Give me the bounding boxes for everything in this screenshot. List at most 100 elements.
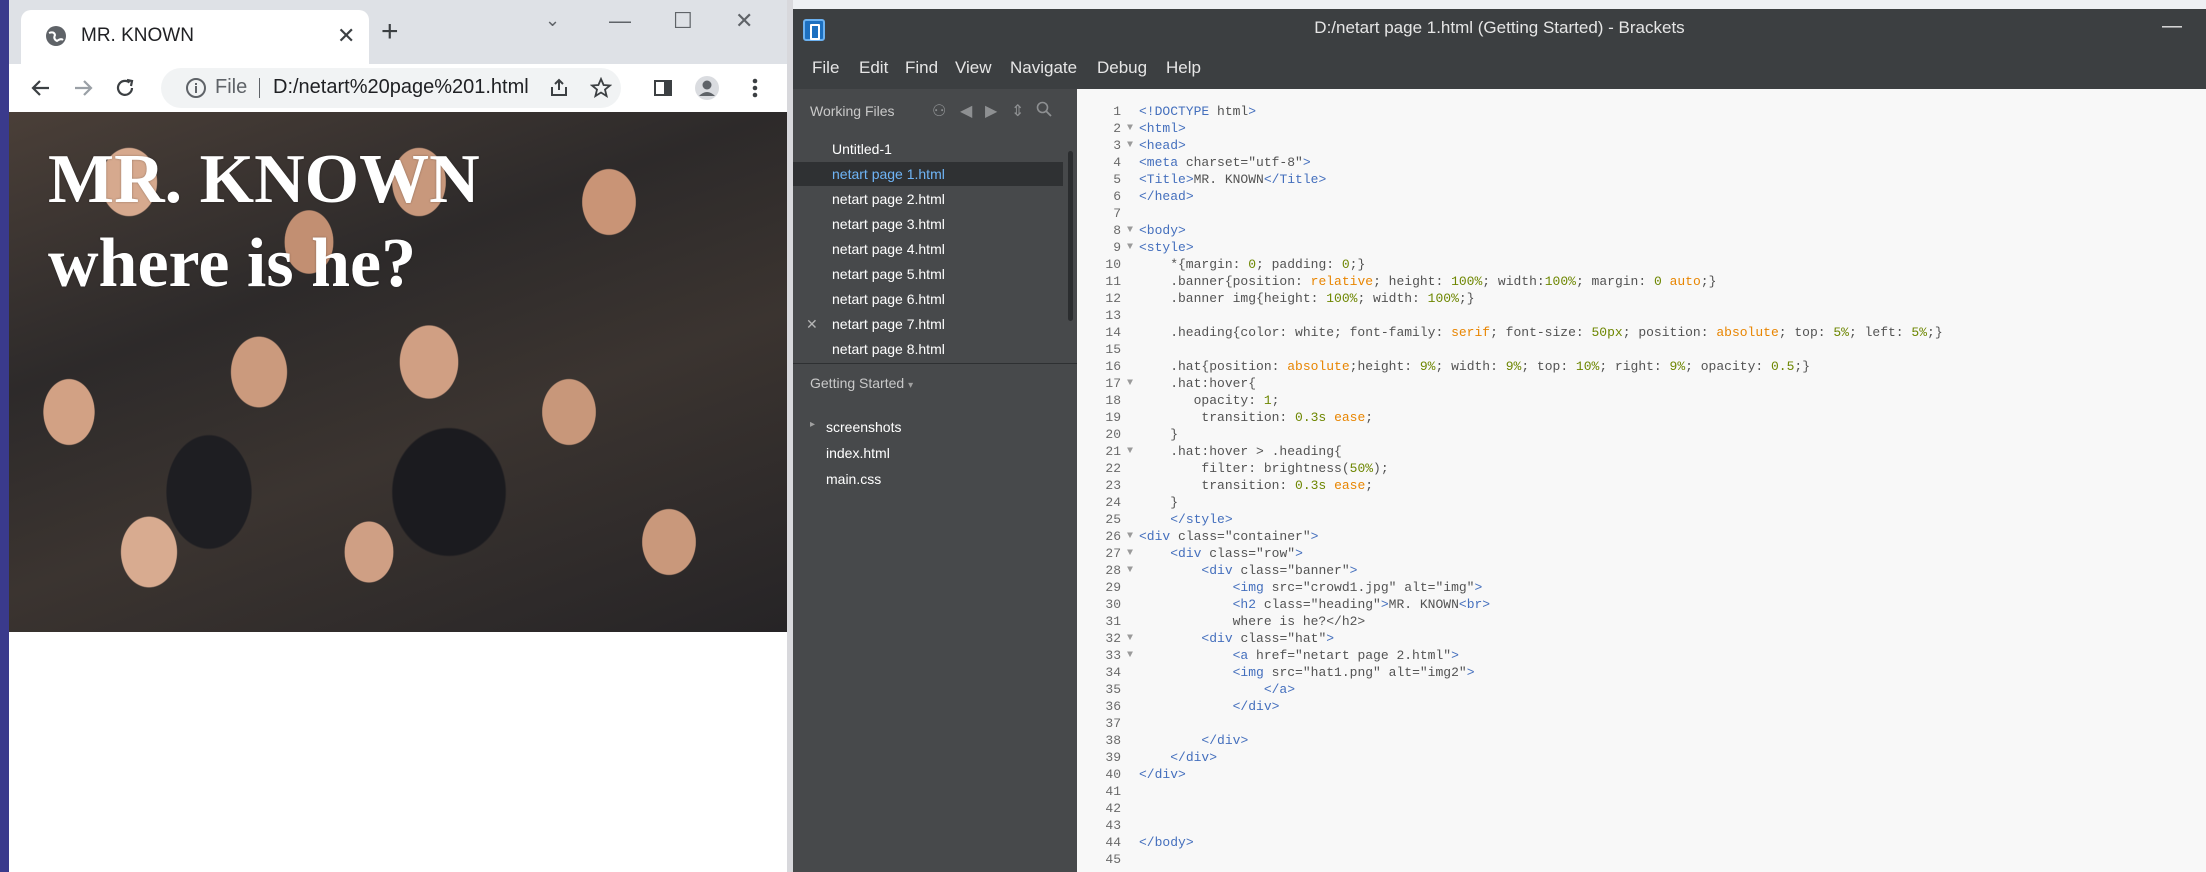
tree-folder-screenshots[interactable]: screenshots — [826, 419, 901, 435]
nav-back-icon[interactable]: ◀ — [960, 101, 972, 121]
folder-expand-icon[interactable]: ▸ — [810, 419, 815, 430]
side-panel-icon[interactable] — [645, 70, 681, 106]
working-file-item-active[interactable]: netart page 1.html — [793, 162, 1063, 186]
code-line[interactable]: 9 ▼ <style> — [1077, 239, 2206, 256]
new-tab-icon[interactable]: + — [381, 17, 399, 47]
menu-kebab-icon[interactable] — [737, 70, 773, 106]
close-file-icon[interactable]: ✕ — [806, 312, 818, 336]
code-line[interactable]: 18 opacity: 1; — [1077, 392, 2206, 409]
menu-help[interactable]: Help — [1166, 58, 1201, 78]
working-files-scrollbar[interactable] — [1068, 151, 1073, 321]
code-line[interactable]: 34 <img src="hat1.png" alt="img2"> — [1077, 664, 2206, 681]
code-line[interactable]: 30 <h2 class="heading">MR. KNOWN<br> — [1077, 596, 2206, 613]
code-line[interactable]: 43 — [1077, 817, 2206, 834]
code-line[interactable]: 41 — [1077, 783, 2206, 800]
code-line[interactable]: 23 transition: 0.3s ease; — [1077, 477, 2206, 494]
code-line[interactable]: 25 </style> — [1077, 511, 2206, 528]
fold-toggle-icon[interactable]: ▼ — [1127, 137, 1133, 154]
code-line[interactable]: 3 ▼ <head> — [1077, 137, 2206, 154]
working-file-item[interactable]: netart page 6.html — [793, 287, 1063, 311]
menu-find[interactable]: Find — [905, 58, 938, 78]
back-icon[interactable] — [23, 70, 59, 106]
minimize-icon[interactable]: — — [609, 8, 631, 34]
menu-edit[interactable]: Edit — [859, 58, 888, 78]
menu-debug[interactable]: Debug — [1097, 58, 1147, 78]
code-line[interactable]: 32 ▼ <div class="hat"> — [1077, 630, 2206, 647]
working-file-item[interactable]: netart page 2.html — [793, 187, 1063, 211]
working-file-item[interactable]: netart page 4.html — [793, 237, 1063, 261]
working-file-item[interactable]: Untitled-1 — [793, 137, 1063, 161]
fold-toggle-icon[interactable]: ▼ — [1127, 647, 1133, 664]
code-line[interactable]: 2 ▼ <html> — [1077, 120, 2206, 137]
code-line[interactable]: 42 — [1077, 800, 2206, 817]
code-line[interactable]: 38 </div> — [1077, 732, 2206, 749]
fold-toggle-icon[interactable]: ▼ — [1127, 562, 1133, 579]
code-line[interactable]: 8 ▼ <body> — [1077, 222, 2206, 239]
tree-file-main-css[interactable]: main.css — [826, 471, 881, 487]
working-file-item[interactable]: netart page 8.html — [793, 337, 1063, 361]
sidebar-divider[interactable] — [793, 363, 1077, 364]
code-line[interactable]: 20 } — [1077, 426, 2206, 443]
maximize-icon[interactable]: ☐ — [673, 8, 693, 34]
fold-toggle-icon[interactable]: ▼ — [1127, 443, 1133, 460]
working-file-item[interactable]: netart page 3.html — [793, 212, 1063, 236]
menu-view[interactable]: View — [955, 58, 992, 78]
close-window-icon[interactable]: ✕ — [735, 8, 753, 34]
fold-toggle-icon[interactable]: ▼ — [1127, 239, 1133, 256]
nav-forward-icon[interactable]: ▶ — [985, 101, 997, 121]
bookmark-star-icon[interactable] — [583, 70, 619, 106]
split-view-icon[interactable]: ⚇ — [932, 101, 946, 121]
code-line[interactable]: 22 filter: brightness(50%); — [1077, 460, 2206, 477]
code-line[interactable]: 45 — [1077, 851, 2206, 868]
code-line[interactable]: 26 ▼ <div class="container"> — [1077, 528, 2206, 545]
reload-icon[interactable] — [107, 70, 143, 106]
working-file-item-hovered[interactable]: ✕ netart page 7.html — [793, 312, 1063, 336]
fold-toggle-icon[interactable]: ▼ — [1127, 375, 1133, 392]
share-icon[interactable] — [541, 70, 577, 106]
close-tab-icon[interactable]: ✕ — [337, 23, 355, 49]
working-file-item[interactable]: netart page 5.html — [793, 262, 1063, 286]
code-line[interactable]: 13 — [1077, 307, 2206, 324]
code-line[interactable]: 7 — [1077, 205, 2206, 222]
forward-icon[interactable] — [65, 70, 101, 106]
code-editor[interactable]: 1 <!DOCTYPE html> 2 ▼ <html> 3 ▼ <head> 4 <meta c… — [1077, 89, 2206, 872]
code-line[interactable]: 19 transition: 0.3s ease; — [1077, 409, 2206, 426]
profile-avatar-icon[interactable] — [689, 70, 725, 106]
code-line[interactable]: 29 <img src="crowd1.jpg" alt="img"> — [1077, 579, 2206, 596]
browser-tab[interactable]: MR. KNOWN ✕ — [21, 10, 369, 64]
code-line[interactable]: 4 <meta charset="utf-8"> — [1077, 154, 2206, 171]
code-line[interactable]: 10 *{margin: 0; padding: 0;} — [1077, 256, 2206, 273]
code-line[interactable]: 14 .heading{color: white; font-family: s… — [1077, 324, 2206, 341]
code-line[interactable]: 39 </div> — [1077, 749, 2206, 766]
code-line[interactable]: 6 </head> — [1077, 188, 2206, 205]
code-line[interactable]: 37 — [1077, 715, 2206, 732]
code-line[interactable]: 17 ▼ .hat:hover{ — [1077, 375, 2206, 392]
code-line[interactable]: 5 <Title>MR. KNOWN</Title> — [1077, 171, 2206, 188]
code-line[interactable]: 1 <!DOCTYPE html> — [1077, 103, 2206, 120]
code-line[interactable]: 28 ▼ <div class="banner"> — [1077, 562, 2206, 579]
menu-file[interactable]: File — [812, 58, 839, 78]
code-line[interactable]: 15 — [1077, 341, 2206, 358]
tree-file-index[interactable]: index.html — [826, 445, 890, 461]
info-icon[interactable] — [185, 77, 207, 99]
tab-search-icon[interactable]: ⌄ — [545, 10, 560, 31]
code-line[interactable]: 12 .banner img{height: 100%; width: 100%… — [1077, 290, 2206, 307]
fold-toggle-icon[interactable]: ▼ — [1127, 528, 1133, 545]
code-line[interactable]: 27 ▼ <div class="row"> — [1077, 545, 2206, 562]
code-line[interactable]: 40 </div> — [1077, 766, 2206, 783]
url-text[interactable]: D:/netart%20page%201.html — [273, 76, 529, 99]
menu-navigate[interactable]: Navigate — [1010, 58, 1077, 78]
code-line[interactable]: 36 </div> — [1077, 698, 2206, 715]
fold-toggle-icon[interactable]: ▼ — [1127, 630, 1133, 647]
code-line[interactable]: 16 .hat{position: absolute;height: 9%; w… — [1077, 358, 2206, 375]
code-line[interactable]: 31 where is he?</h2> — [1077, 613, 2206, 630]
fold-toggle-icon[interactable]: ▼ — [1127, 545, 1133, 562]
minimize-icon[interactable]: — — [2162, 15, 2182, 38]
code-line[interactable]: 24 } — [1077, 494, 2206, 511]
search-icon[interactable] — [1036, 101, 1052, 122]
code-line[interactable]: 35 </a> — [1077, 681, 2206, 698]
code-line[interactable]: 21 ▼ .hat:hover > .heading{ — [1077, 443, 2206, 460]
fold-toggle-icon[interactable]: ▼ — [1127, 120, 1133, 137]
sort-icon[interactable]: ⇕ — [1011, 101, 1024, 121]
code-line[interactable]: 11 .banner{position: relative; height: 1… — [1077, 273, 2206, 290]
